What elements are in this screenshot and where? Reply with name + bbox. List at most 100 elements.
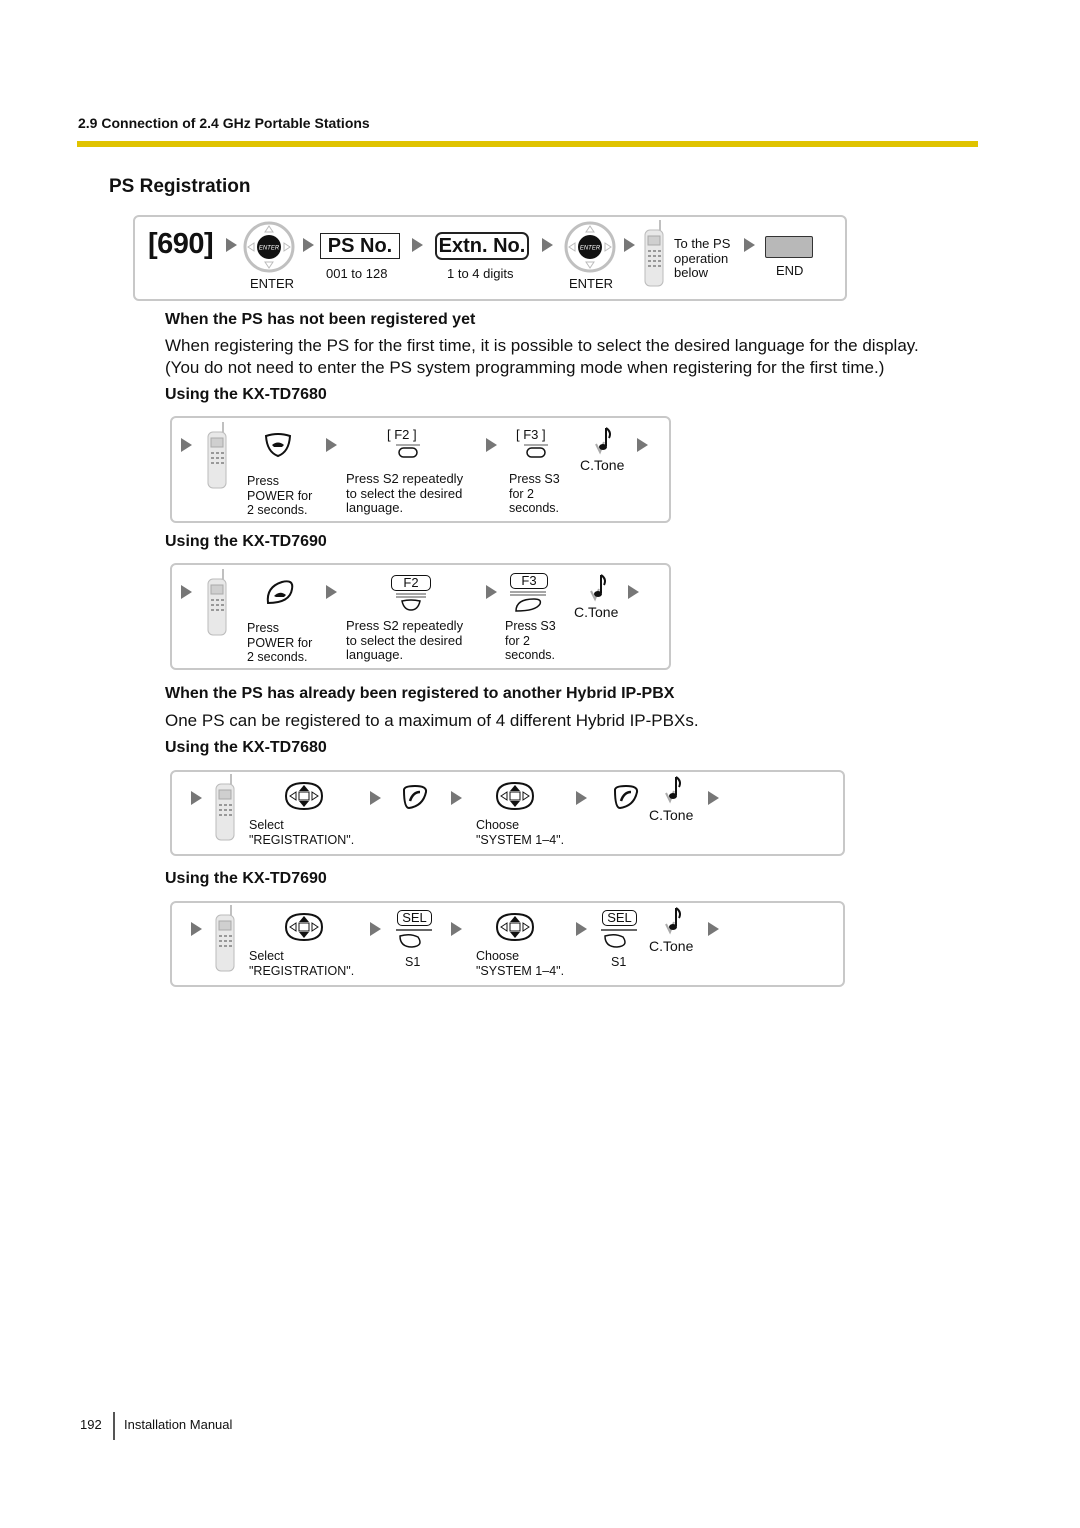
s1-label: S1 bbox=[405, 955, 421, 969]
s1-label: S1 bbox=[611, 955, 627, 969]
arrow-icon bbox=[708, 922, 719, 936]
note-line: Press bbox=[247, 474, 279, 488]
already-registered-paragraph: One PS can be registered to a maximum of… bbox=[165, 711, 699, 730]
arrow-icon bbox=[628, 585, 639, 599]
press-s3-note: Press S3 for 2 seconds. bbox=[509, 472, 560, 516]
arrow-icon bbox=[486, 585, 497, 599]
arrow-icon bbox=[191, 922, 202, 936]
ctone-label: C.Tone bbox=[649, 807, 694, 823]
ps-no-range: 001 to 128 bbox=[326, 266, 388, 281]
soft-key-s1-icon bbox=[601, 929, 637, 948]
navigator-key-icon bbox=[284, 912, 324, 942]
portable-station-icon bbox=[215, 905, 235, 972]
ctone-label: C.Tone bbox=[580, 457, 625, 473]
portable-station-icon bbox=[644, 220, 664, 287]
end-key bbox=[765, 236, 813, 258]
arrow-icon bbox=[326, 438, 337, 452]
note-line: Press S3 bbox=[505, 619, 556, 633]
note-line: to select the desired bbox=[346, 485, 463, 501]
note-line: Press S3 bbox=[509, 472, 560, 486]
power-key-icon bbox=[264, 433, 292, 458]
arrow-icon bbox=[370, 922, 381, 936]
td7690-heading: Using the KX-TD7690 bbox=[165, 870, 327, 887]
press-s3-note: Press S3 for 2 seconds. bbox=[505, 619, 556, 663]
extn-no-key: Extn. No. bbox=[435, 232, 529, 260]
note-line: Select bbox=[249, 818, 284, 832]
sel-key: SEL bbox=[397, 910, 432, 926]
arrow-icon bbox=[744, 238, 755, 252]
press-s2-note: Press S2 repeatedly to select the desire… bbox=[346, 471, 463, 516]
note-line: "REGISTRATION". bbox=[249, 963, 355, 978]
arrow-icon bbox=[451, 791, 462, 805]
already-registered-heading: When the PS has already been registered … bbox=[165, 685, 675, 702]
soft-key-s3-icon bbox=[524, 444, 548, 458]
portable-station-icon bbox=[207, 422, 227, 489]
arrow-icon bbox=[542, 238, 553, 252]
sel-key: SEL bbox=[602, 910, 637, 926]
navigator-key-icon bbox=[284, 781, 324, 811]
soft-key-s2-icon bbox=[396, 593, 426, 611]
note-line: below bbox=[674, 265, 708, 280]
soft-key-s1-icon bbox=[396, 929, 432, 948]
portable-station-icon bbox=[215, 774, 235, 841]
press-power-note: Press POWER for 2 seconds. bbox=[247, 621, 312, 665]
choose-system-note: Choose "SYSTEM 1–4". bbox=[476, 818, 564, 847]
ctone-label: C.Tone bbox=[649, 938, 694, 954]
not-registered-paragraph: When registering the PS for the first ti… bbox=[165, 335, 919, 379]
paragraph-line: (You do not need to enter the PS system … bbox=[165, 358, 885, 377]
not-registered-heading: When the PS has not been registered yet bbox=[165, 311, 476, 328]
end-label: END bbox=[776, 263, 804, 278]
paragraph-line: When registering the PS for the first ti… bbox=[165, 336, 919, 355]
note-line: POWER for bbox=[247, 635, 313, 650]
enter-navigator-icon: ENTER bbox=[564, 221, 616, 273]
enter-navigator-icon: ENTER bbox=[243, 221, 295, 273]
note-line: "REGISTRATION". bbox=[249, 832, 355, 847]
enter-label: ENTER bbox=[250, 276, 295, 291]
choose-system-note: Choose "SYSTEM 1–4". bbox=[476, 949, 564, 978]
note-line: Press S2 repeatedly bbox=[346, 618, 464, 633]
select-registration-note: Select "REGISTRATION". bbox=[249, 818, 354, 847]
footer-divider bbox=[113, 1412, 115, 1440]
arrow-icon bbox=[451, 922, 462, 936]
manual-title: Installation Manual bbox=[124, 1417, 233, 1432]
arrow-icon bbox=[326, 585, 337, 599]
page-number: 192 bbox=[80, 1417, 102, 1432]
svg-text:ENTER: ENTER bbox=[259, 246, 280, 252]
section-rule bbox=[77, 141, 978, 147]
note-line: Choose bbox=[476, 949, 520, 963]
extn-range: 1 to 4 digits bbox=[447, 266, 514, 281]
note-line: seconds. bbox=[509, 501, 560, 515]
note-line: Choose bbox=[476, 818, 520, 832]
note-line: language. bbox=[346, 500, 404, 515]
talk-key-icon bbox=[613, 784, 639, 810]
td7680-heading: Using the KX-TD7680 bbox=[165, 739, 327, 756]
to-ps-operation-note: To the PS operation below bbox=[674, 236, 731, 281]
arrow-icon bbox=[576, 922, 587, 936]
f3-key: F3 bbox=[510, 573, 548, 589]
confirmation-tone-icon bbox=[665, 776, 681, 804]
navigator-key-icon bbox=[495, 912, 535, 942]
select-registration-note: Select "REGISTRATION". bbox=[249, 949, 354, 978]
arrow-icon bbox=[412, 238, 423, 252]
arrow-icon bbox=[486, 438, 497, 452]
arrow-icon bbox=[303, 238, 314, 252]
arrow-icon bbox=[370, 791, 381, 805]
arrow-icon bbox=[226, 238, 237, 252]
note-line: to select the desired bbox=[346, 632, 463, 648]
f2-label: [ F2 ] bbox=[387, 427, 417, 442]
confirmation-tone-icon bbox=[595, 427, 611, 455]
note-line: "SYSTEM 1–4". bbox=[476, 832, 565, 847]
note-line: To the PS bbox=[674, 236, 731, 251]
portable-station-icon bbox=[207, 569, 227, 636]
f3-label: [ F3 ] bbox=[516, 427, 546, 442]
enter-label: ENTER bbox=[569, 276, 614, 291]
navigator-key-icon bbox=[495, 781, 535, 811]
arrow-icon bbox=[624, 238, 635, 252]
arrow-icon bbox=[637, 438, 648, 452]
td7680-heading: Using the KX-TD7680 bbox=[165, 386, 327, 403]
arrow-icon bbox=[181, 438, 192, 452]
note-line: for 2 bbox=[509, 486, 535, 501]
note-line: 2 seconds. bbox=[247, 650, 308, 664]
program-code: [690] bbox=[148, 228, 214, 260]
note-line: language. bbox=[346, 647, 404, 662]
